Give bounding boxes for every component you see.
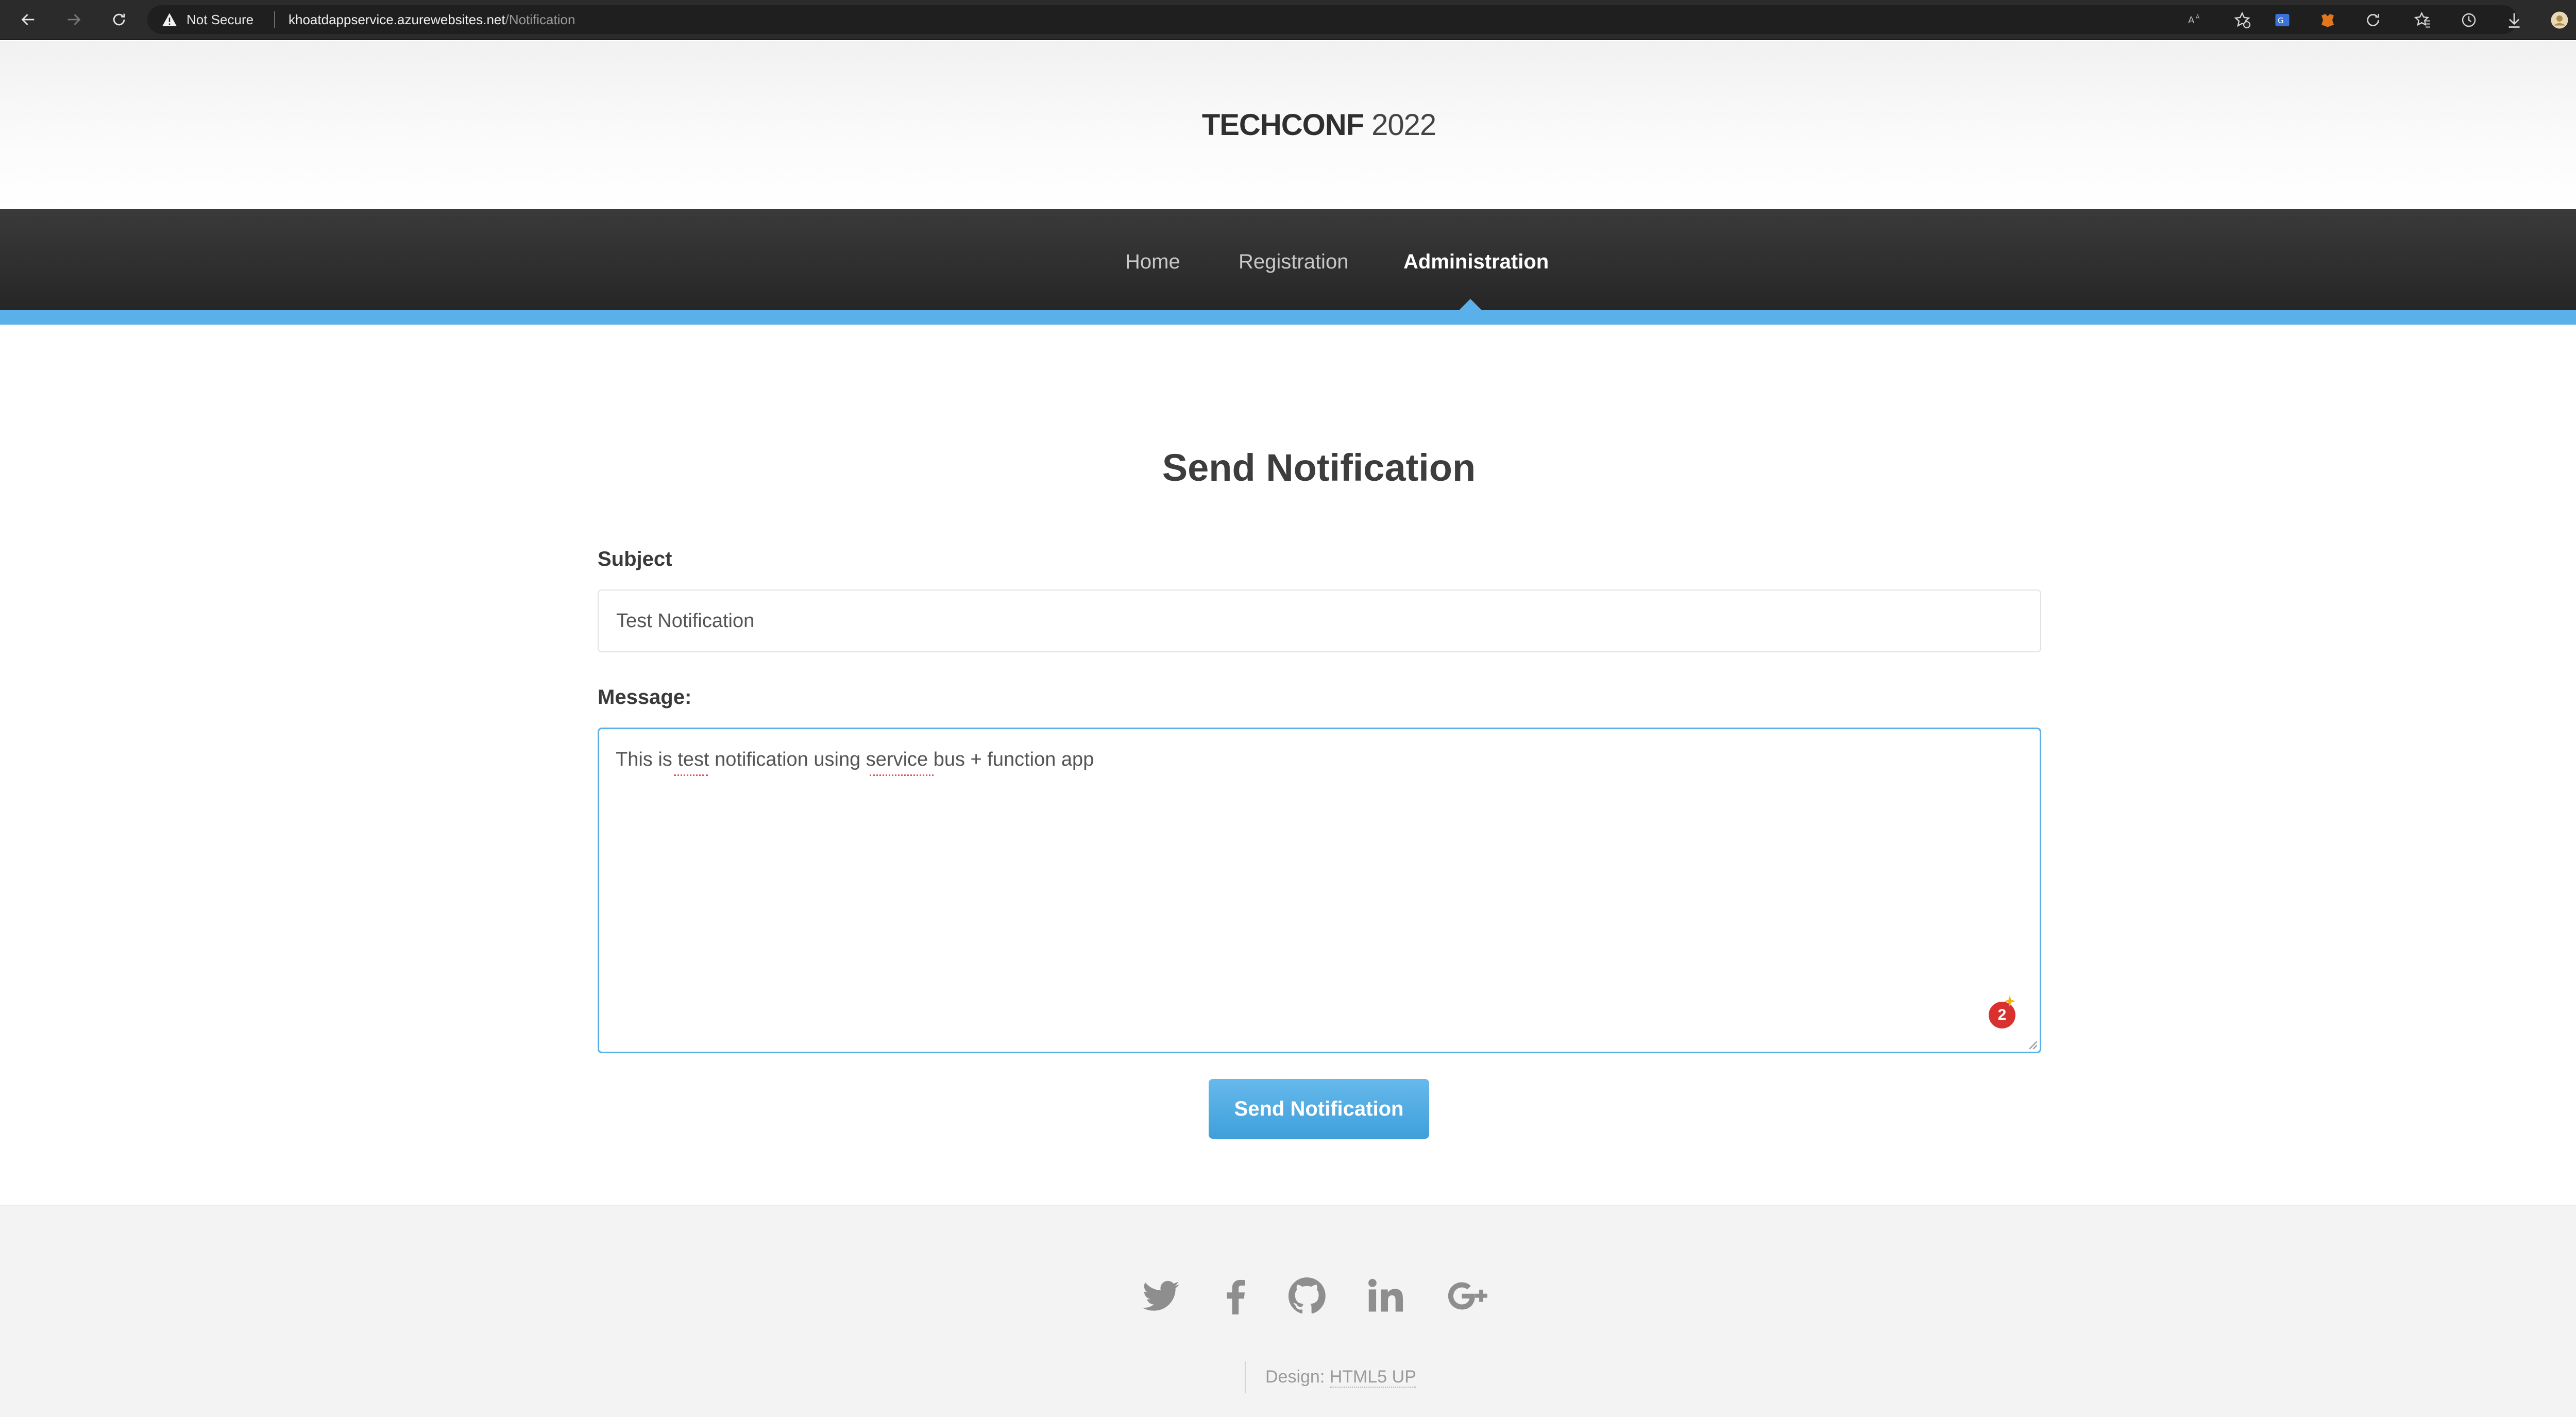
nav-item-home[interactable]: Home bbox=[1125, 246, 1180, 277]
message-label: Message: bbox=[598, 686, 692, 709]
url-path: /Notification bbox=[505, 12, 575, 27]
site-footer: Design: HTML5 UP bbox=[0, 1205, 2576, 1417]
address-separator bbox=[274, 11, 275, 28]
url-host: khoatdappservice.azurewebsites.net bbox=[289, 12, 505, 27]
url-text[interactable]: khoatdappservice.azurewebsites.net/Notif… bbox=[289, 12, 575, 27]
translate-icon[interactable]: G bbox=[2271, 9, 2294, 31]
site-header: TECHCONF 2022 bbox=[0, 41, 2576, 209]
subject-input[interactable] bbox=[598, 589, 2041, 652]
add-favorite-icon[interactable] bbox=[2231, 9, 2253, 31]
credits-divider bbox=[1245, 1361, 1246, 1393]
nav-item-registration[interactable]: Registration bbox=[1239, 246, 1348, 277]
spelling-underline bbox=[674, 773, 708, 776]
send-notification-button[interactable]: Send Notification bbox=[1209, 1079, 1429, 1139]
google-plus-icon[interactable] bbox=[1446, 1273, 1492, 1319]
logo-brand: TECHCONF bbox=[1201, 108, 1364, 142]
message-textarea[interactable]: This is test notification using service … bbox=[598, 728, 2041, 1053]
downloads-icon[interactable] bbox=[2503, 9, 2526, 31]
forward-icon[interactable] bbox=[61, 7, 87, 32]
svg-text:A: A bbox=[2188, 15, 2195, 26]
security-label[interactable]: Not Secure bbox=[187, 12, 253, 27]
read-aloud-icon[interactable]: AA bbox=[2184, 9, 2207, 31]
logo-year: 2022 bbox=[1371, 108, 1436, 142]
browser-toolbar: Not Secure khoatdappservice.azurewebsite… bbox=[0, 0, 2576, 40]
facebook-icon[interactable] bbox=[1212, 1273, 1258, 1319]
spelling-underline bbox=[870, 773, 934, 776]
reload-icon[interactable] bbox=[106, 7, 132, 32]
sync-icon[interactable] bbox=[2362, 9, 2384, 31]
nav-item-administration[interactable]: Administration bbox=[1403, 246, 1549, 277]
back-icon[interactable] bbox=[15, 7, 41, 32]
html5up-link[interactable]: HTML5 UP bbox=[1329, 1367, 1416, 1388]
subject-label: Subject bbox=[598, 548, 672, 570]
design-credit: Design: HTML5 UP bbox=[1265, 1365, 1416, 1388]
linkedin-icon[interactable] bbox=[1362, 1273, 1409, 1319]
page-title: Send Notification bbox=[1162, 446, 1476, 489]
history-icon[interactable] bbox=[2458, 9, 2480, 31]
twitter-icon[interactable] bbox=[1138, 1273, 1184, 1319]
favorites-icon[interactable] bbox=[2411, 9, 2434, 31]
accent-bar bbox=[0, 310, 2576, 325]
warning-icon bbox=[162, 13, 177, 26]
main-nav: Home Registration Administration bbox=[0, 209, 2576, 310]
site-logo[interactable]: TECHCONF 2022 bbox=[0, 107, 2576, 143]
credit-prefix: Design: bbox=[1265, 1367, 1330, 1387]
extension-icon[interactable] bbox=[2316, 9, 2339, 31]
address-bar[interactable]: Not Secure khoatdappservice.azurewebsite… bbox=[147, 5, 2517, 34]
github-icon[interactable] bbox=[1284, 1273, 1330, 1319]
svg-text:G: G bbox=[2278, 16, 2284, 25]
active-nav-caret bbox=[1459, 299, 1482, 310]
svg-text:A: A bbox=[2196, 14, 2200, 20]
sparkle-icon bbox=[2004, 996, 2015, 1007]
resize-grip-icon[interactable] bbox=[2026, 1038, 2038, 1050]
profile-avatar[interactable] bbox=[2548, 9, 2571, 31]
